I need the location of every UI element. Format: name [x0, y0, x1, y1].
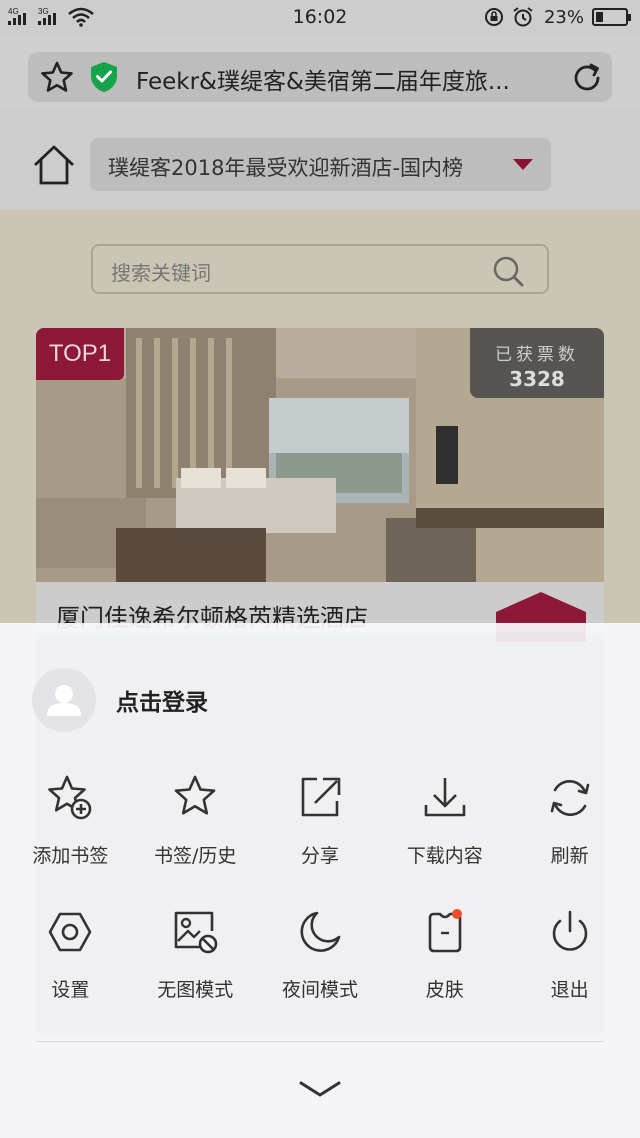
no-image-icon — [174, 911, 218, 954]
category-select-value: 璞缇客2018年最受欢迎新酒店-国内榜 — [108, 156, 464, 180]
menu-item-refresh[interactable]: 刷新 — [507, 773, 632, 907]
menu-item-label: 书签/历史 — [153, 845, 237, 867]
menu-item-label: 夜间模式 — [281, 979, 358, 1001]
browser-menu-sheet: 点击登录 添加书签 书签/历史 分享 下载内容 刷新 设置 无图模式 夜间模式 … — [0, 623, 640, 1138]
menu-item-label: 退出 — [550, 979, 589, 1001]
lock-rotation-icon — [484, 8, 503, 26]
chevron-down-icon[interactable] — [298, 1078, 342, 1100]
reload-icon[interactable] — [570, 61, 604, 95]
divider — [36, 1041, 604, 1042]
login-button[interactable]: 点击登录 — [32, 667, 208, 733]
menu-item-share[interactable]: 分享 — [258, 773, 383, 907]
menu-item-label: 无图模式 — [157, 979, 234, 1001]
power-icon — [552, 910, 587, 951]
moon-icon — [300, 911, 341, 952]
search-icon[interactable] — [491, 254, 525, 288]
refresh-icon — [550, 780, 589, 816]
menu-item-label: 皮肤 — [425, 979, 464, 1001]
menu-item-skin[interactable]: 皮肤 — [382, 907, 507, 1041]
settings-hex-icon — [49, 912, 92, 952]
menu-item-settings[interactable]: 设置 — [8, 907, 133, 1041]
menu-item-no-image[interactable]: 无图模式 — [133, 907, 258, 1041]
skin-shirt-icon — [428, 912, 462, 953]
status-bar: 4G 3G 16:02 23% — [0, 0, 640, 34]
page-header: 璞缇客2018年最受欢迎新酒店-国内榜 — [0, 110, 640, 210]
star-add-icon — [48, 775, 92, 820]
page-title[interactable]: Feekr&璞缇客&美宿第二届年度旅... — [136, 62, 556, 96]
shield-check-icon — [91, 62, 117, 92]
share-icon — [301, 777, 341, 817]
alarm-icon — [513, 7, 533, 27]
login-label: 点击登录 — [116, 690, 208, 716]
menu-item-label: 分享 — [300, 845, 339, 867]
star-icon — [174, 775, 216, 815]
search-input[interactable]: 搜索关键词 — [91, 244, 549, 294]
battery-percent: 23% — [543, 6, 584, 28]
menu-grid: 添加书签 书签/历史 分享 下载内容 刷新 设置 无图模式 夜间模式 皮肤 退出 — [8, 773, 632, 1041]
menu-item-label: 刷新 — [550, 845, 589, 867]
rank-badge: TOP1 — [36, 328, 124, 380]
avatar — [32, 668, 96, 732]
menu-item-add-bookmark[interactable]: 添加书签 — [8, 773, 133, 907]
menu-item-downloads[interactable]: 下载内容 — [382, 773, 507, 907]
download-icon — [424, 778, 466, 817]
menu-item-label: 添加书签 — [32, 845, 109, 867]
search-placeholder: 搜索关键词 — [111, 261, 211, 285]
menu-item-night-mode[interactable]: 夜间模式 — [258, 907, 383, 1041]
menu-item-label: 下载内容 — [406, 845, 483, 867]
star-icon[interactable] — [40, 61, 74, 93]
menu-item-bookmarks-history[interactable]: 书签/历史 — [133, 773, 258, 907]
votes-label: 已获票数 — [495, 345, 579, 365]
home-icon[interactable] — [32, 144, 76, 186]
menu-item-exit[interactable]: 退出 — [507, 907, 632, 1041]
battery-icon — [592, 8, 631, 26]
caret-down-icon — [513, 159, 533, 170]
user-icon — [47, 685, 81, 716]
category-select[interactable]: 璞缇客2018年最受欢迎新酒店-国内榜 — [90, 138, 551, 191]
menu-item-label: 设置 — [51, 979, 90, 1001]
votes-badge: 已获票数 3328 — [470, 328, 604, 398]
address-bar[interactable]: Feekr&璞缇客&美宿第二届年度旅... — [28, 52, 612, 102]
votes-count: 3328 — [509, 367, 565, 391]
